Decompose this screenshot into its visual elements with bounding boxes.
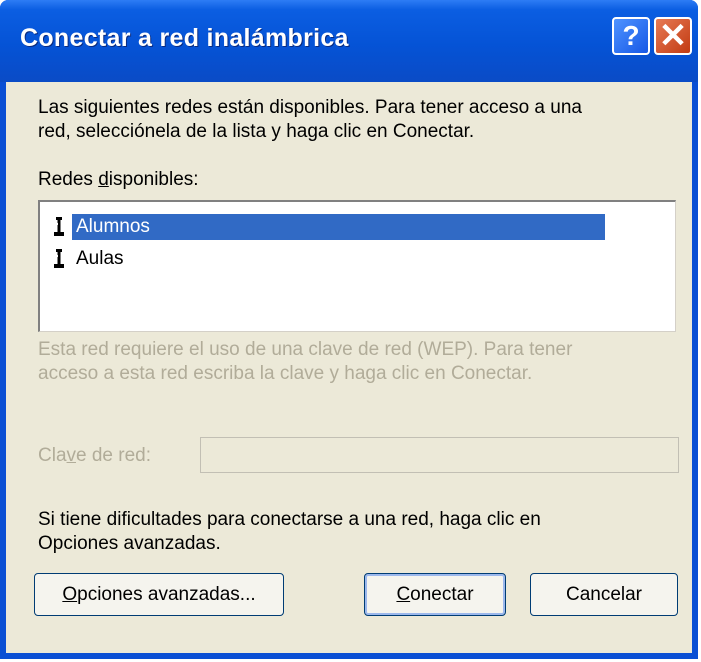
wireless-network-icon (46, 217, 72, 237)
intro-line-1: Las siguientes redes están disponibles. … (38, 97, 582, 118)
help-button[interactable]: ? (612, 17, 650, 55)
key-label-mnemonic: v (66, 445, 77, 466)
wep-notice-line-2: acceso a esta red escriba la clave y hag… (38, 363, 533, 384)
advanced-rest: pciones avanzadas... (77, 583, 256, 605)
wireless-network-icon (46, 249, 72, 269)
key-label-rest: e de red: (76, 445, 152, 466)
dialog-window: Conectar a red inalámbrica ? ✕ Las sigui… (0, 0, 698, 659)
networks-label-rest: isponibles: (108, 169, 199, 190)
cancel-button[interactable]: Cancelar (530, 573, 678, 616)
networks-listbox[interactable]: Alumnos Aulas (38, 200, 676, 332)
dialog-body: Las siguientes redes están disponibles. … (6, 82, 692, 653)
network-item-aulas[interactable]: Aulas (46, 244, 128, 274)
close-icon: ✕ (658, 17, 688, 55)
connect-label: Conectar (396, 584, 473, 606)
intro-line-2: red, selecciónela de la lista y haga cli… (38, 121, 475, 142)
network-label: Aulas (76, 248, 124, 269)
help-icon: ? (622, 20, 640, 51)
help-text: Si tiene dificultades para conectarse a … (38, 508, 541, 556)
help-text-line-2: Opciones avanzadas. (38, 533, 221, 554)
networks-label: Redes disponibles: (38, 168, 199, 192)
wep-notice: Esta red requiere el uso de una clave de… (38, 338, 572, 386)
connect-rest: onectar (410, 583, 474, 605)
wep-notice-line-1: Esta red requiere el uso de una clave de… (38, 339, 573, 360)
networks-label-mnemonic: d (98, 169, 109, 190)
networks-label-prefix: Redes (38, 169, 99, 190)
connect-mnemonic: C (396, 583, 411, 605)
close-button[interactable]: ✕ (654, 17, 692, 55)
help-text-line-1: Si tiene dificultades para conectarse a … (38, 509, 541, 530)
title-bar[interactable]: Conectar a red inalámbrica ? ✕ (0, 0, 698, 82)
advanced-options-label: Opciones avanzadas... (62, 584, 255, 606)
advanced-options-button[interactable]: Opciones avanzadas... (34, 573, 284, 616)
network-key-input[interactable] (200, 437, 679, 473)
network-item-alumnos[interactable]: Alumnos (46, 212, 605, 242)
key-label-prefix: Cla (38, 445, 67, 466)
cancel-label: Cancelar (565, 583, 643, 605)
intro-text: Las siguientes redes están disponibles. … (38, 96, 582, 144)
advanced-mnemonic: O (62, 583, 78, 605)
connect-button[interactable]: Conectar (364, 573, 506, 616)
network-key-label: Clave de red: (38, 444, 151, 468)
network-label: Alumnos (72, 214, 605, 240)
window-title: Conectar a red inalámbrica (20, 24, 349, 52)
